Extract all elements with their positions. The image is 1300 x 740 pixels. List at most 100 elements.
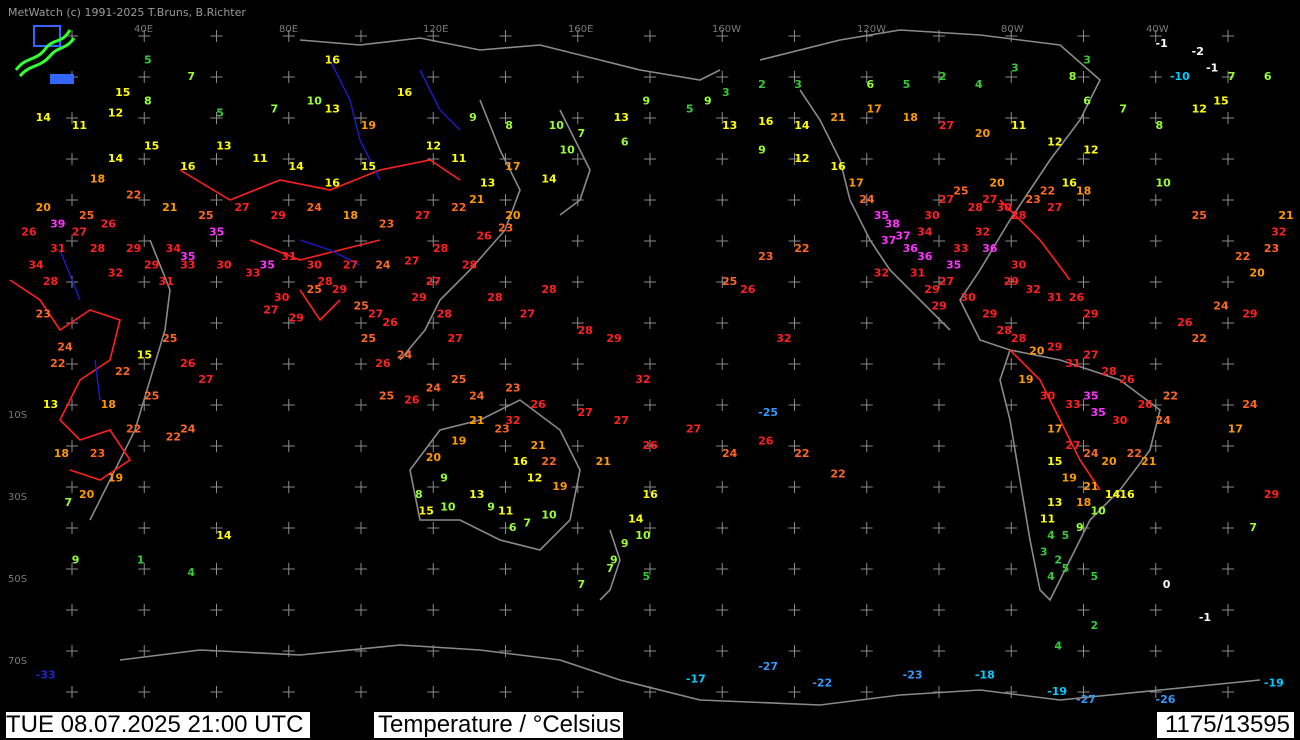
station-temperature: 13 [43, 398, 58, 411]
station-temperature: 23 [1264, 242, 1279, 255]
lat-label: 30S [8, 492, 27, 503]
station-temperature: 20 [36, 201, 52, 214]
station-temperature: 20 [505, 209, 521, 222]
station-temperature: 35 [946, 258, 961, 271]
station-temperature: 17 [505, 160, 520, 173]
grid-cross [716, 235, 729, 247]
lon-label: 120E [423, 24, 448, 35]
station-temperature: 10 [635, 529, 651, 542]
weather-map[interactable]: 1610131975812111211171014131516141113161… [0, 0, 1300, 740]
grid-cross [716, 358, 729, 370]
grid-cross [282, 522, 295, 534]
grid-cross [1222, 276, 1234, 288]
station-temperature: 24 [307, 201, 323, 214]
station-temperature: 2 [1090, 619, 1098, 632]
lat-label: 10S [8, 410, 27, 421]
station-temperature: 17 [867, 103, 882, 116]
grid-cross [1222, 563, 1234, 575]
station-temperature: 28 [1011, 209, 1026, 222]
station-temperature: 22 [1163, 390, 1178, 403]
station-temperature: 21 [531, 439, 546, 452]
station-temperature: 39 [50, 217, 65, 230]
station-temperature: 32 [874, 267, 889, 280]
grid-cross [1149, 358, 1162, 370]
grid-cross [1005, 563, 1018, 575]
station-temperature: 5 [1062, 562, 1070, 575]
grid-cross [933, 235, 945, 247]
station-temperature: 11 [1040, 513, 1055, 526]
station-temperature: 27 [234, 201, 249, 214]
grid-cross [282, 481, 295, 493]
station-temperature: 18 [903, 111, 918, 124]
grid-cross [571, 276, 584, 288]
station-temperature: 21 [469, 414, 484, 427]
station-temperature: 6 [867, 78, 875, 91]
station-temperature: 30 [1040, 390, 1056, 403]
station-temperature: 23 [505, 381, 520, 394]
station-temperature: 9 [1076, 521, 1084, 534]
station-temperature: 23 [90, 447, 105, 460]
grid-cross [138, 645, 151, 657]
grid-cross [66, 153, 78, 165]
station-temperature: 29 [411, 291, 426, 304]
grid-cross [210, 317, 223, 329]
rivers-africa [59, 249, 101, 401]
station-temperature: 30 [307, 258, 323, 271]
grid-cross [788, 563, 801, 575]
grid-cross [1077, 645, 1090, 657]
grid-cross [66, 358, 78, 370]
station-temperature: 25 [379, 390, 394, 403]
grid-cross [66, 604, 78, 616]
station-temperature: 18 [1076, 496, 1091, 509]
station-temperature: 24 [180, 422, 196, 435]
station-temperature: 14 [108, 152, 124, 165]
station-temperature: -17 [686, 673, 706, 686]
station-temperature: 14 [541, 172, 557, 185]
station-temperature: 5 [903, 78, 911, 91]
station-temperature: 7 [187, 70, 195, 83]
station-temperature: 20 [989, 176, 1005, 189]
station-temperature: 27 [198, 373, 213, 386]
station-temperature: 0 [1163, 578, 1171, 591]
grid-cross [138, 276, 151, 288]
station-temperature: 5 [1062, 529, 1070, 542]
station-temperature: 20 [426, 451, 442, 464]
grid-cross [571, 563, 584, 575]
station-temperature: 7 [523, 517, 531, 530]
station-temperature: 24 [1242, 398, 1258, 411]
grid-cross [282, 604, 295, 616]
grid-cross [1222, 604, 1234, 616]
station-temperature: 26 [180, 357, 196, 370]
grid-cross [716, 399, 729, 411]
station-temperature: 22 [451, 201, 466, 214]
station-temperature: 10 [1090, 504, 1106, 517]
station-temperature: 5 [643, 570, 651, 583]
grid-cross [1222, 399, 1234, 411]
grid-cross [716, 71, 729, 83]
station-temperature: 29 [332, 283, 347, 296]
lon-label: 160E [568, 24, 593, 35]
station-temperature: 17 [1047, 422, 1062, 435]
grid-cross [1149, 194, 1162, 206]
station-temperature: 4 [1047, 570, 1055, 583]
grid-cross [1149, 563, 1162, 575]
station-temperature: 25 [79, 209, 94, 222]
station-temperature: 21 [1141, 455, 1156, 468]
station-temperature: 13 [1047, 496, 1062, 509]
station-temperature: 32 [975, 226, 990, 239]
grid-cross [210, 276, 223, 288]
station-temperature: 25 [144, 390, 159, 403]
station-temperature: 28 [541, 283, 556, 296]
station-temperature: 22 [541, 455, 556, 468]
grid-cross [644, 317, 656, 329]
grid-cross [788, 481, 801, 493]
station-temperature: 21 [830, 111, 845, 124]
station-temperature: 33 [1065, 398, 1080, 411]
grid-cross [716, 481, 729, 493]
station-temperature: 37 [881, 234, 896, 247]
map-frame: 16 10 13 19 7 5 8 12 11 12 11 17 10 14 13 15 16 14 11 13 16 1… [0, 0, 1300, 740]
station-temperature: 22 [830, 468, 845, 481]
station-values: 1610131975812111211171014131516141113161… [21, 37, 1293, 706]
grid-cross [1149, 276, 1162, 288]
station-temperature: 32 [1025, 283, 1040, 296]
